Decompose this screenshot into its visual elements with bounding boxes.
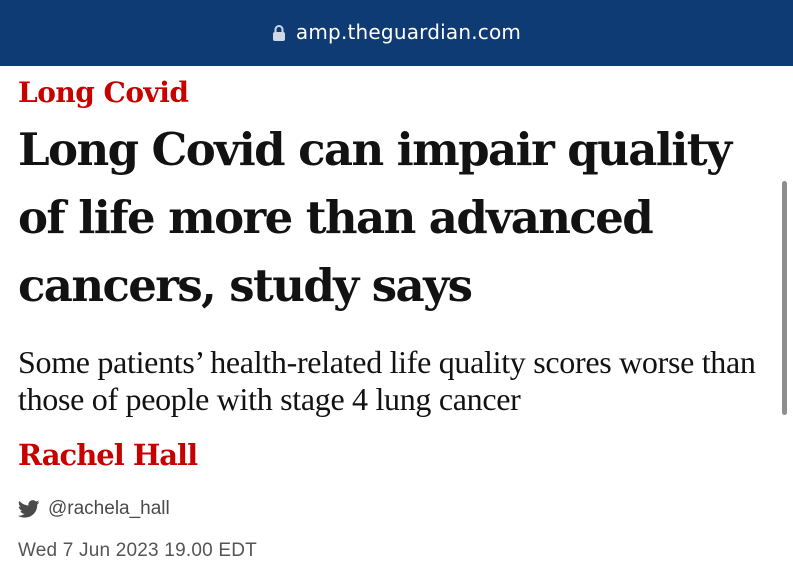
author-twitter[interactable]: @rachela_hall <box>17 498 170 520</box>
url-display[interactable]: amp.theguardian.com <box>272 20 521 44</box>
url-text: amp.theguardian.com <box>295 20 522 44</box>
author-byline[interactable]: Rachel Hall <box>18 438 198 472</box>
twitter-handle: @rachela_hall <box>48 498 170 519</box>
article-standfirst: Some patients’ health-related life quali… <box>18 344 756 417</box>
browser-url-bar[interactable]: amp.theguardian.com <box>0 0 793 66</box>
section-label[interactable]: Long Covid <box>18 76 189 109</box>
publish-date: Wed 7 Jun 2023 19.00 EDT <box>18 540 257 561</box>
twitter-bird-icon <box>17 500 40 518</box>
article-headline: Long Covid can impair quality of life mo… <box>18 123 732 312</box>
lock-icon <box>272 23 286 41</box>
scrollbar[interactable] <box>782 181 787 415</box>
